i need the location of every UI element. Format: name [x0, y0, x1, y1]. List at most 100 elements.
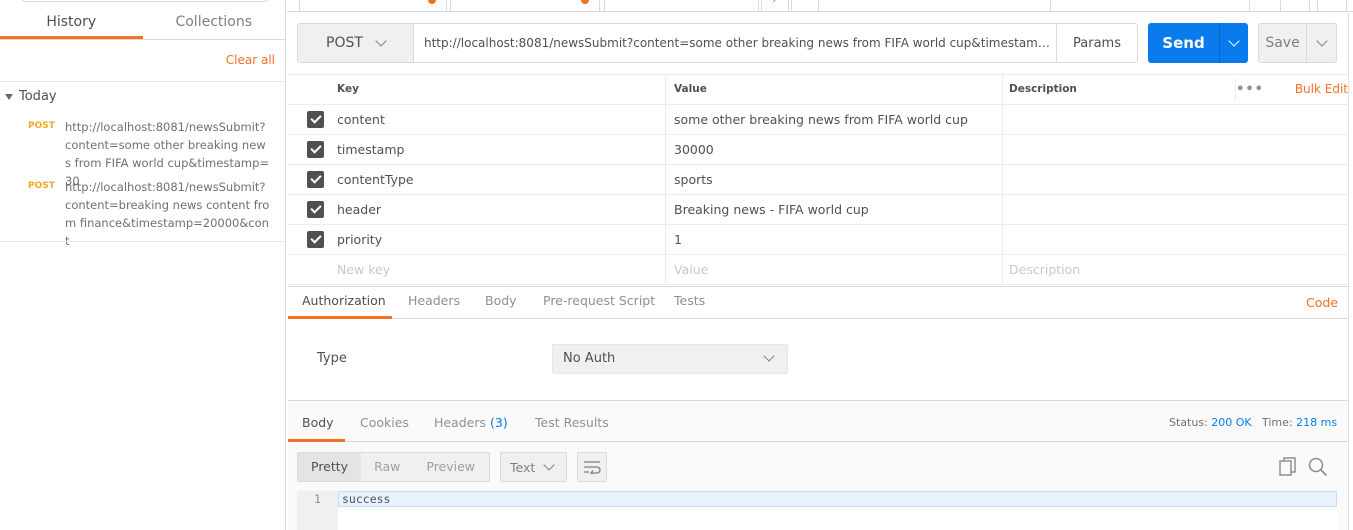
param-key-input[interactable]: content	[333, 105, 666, 134]
clear-all-link[interactable]: Clear all	[226, 53, 275, 67]
tab-history[interactable]: History	[0, 8, 143, 39]
param-checkbox[interactable]	[307, 141, 324, 158]
param-key-input[interactable]: priority	[333, 225, 666, 254]
tab-headers[interactable]: Headers	[408, 293, 460, 308]
environment-select[interactable]	[1050, 0, 1250, 12]
caret-down-icon	[5, 93, 13, 100]
time-label: Time:	[1262, 416, 1293, 429]
param-value-input[interactable]: Breaking news - FIFA world cup	[666, 195, 1003, 224]
history-item-url: http://localhost:8081/newsSubmit?content…	[65, 180, 270, 248]
params-button[interactable]: Params	[1056, 23, 1138, 63]
time-value[interactable]: 218 ms	[1296, 416, 1337, 429]
param-checkbox[interactable]	[307, 111, 324, 128]
divider	[0, 81, 285, 82]
params-header-row: Key Value Description ••• Bulk Edit	[288, 74, 1348, 105]
divider	[0, 241, 285, 242]
pretty-button[interactable]: Pretty	[298, 453, 362, 481]
param-description-input[interactable]	[1003, 195, 1348, 224]
param-key-input[interactable]: header	[333, 195, 666, 224]
param-description-input[interactable]	[1003, 225, 1348, 254]
status-value[interactable]: 200 OK	[1211, 416, 1251, 429]
tab-response-cookies[interactable]: Cookies	[360, 415, 409, 430]
preview-button[interactable]: Preview	[413, 453, 488, 481]
tab-collections[interactable]: Collections	[143, 8, 286, 39]
auth-type-value: No Auth	[563, 351, 616, 366]
request-subtabs: Authorization Headers Body Pre-request S…	[288, 286, 1348, 319]
tab-authorization[interactable]: Authorization	[302, 293, 386, 308]
response-body-line[interactable]: success	[338, 491, 1337, 507]
param-value-input[interactable]: sports	[666, 165, 1003, 194]
param-row: content some other breaking news from FI…	[288, 105, 1348, 135]
new-key-input[interactable]: New key	[333, 255, 666, 284]
param-checkbox[interactable]	[307, 201, 324, 218]
sidebar-filter-input[interactable]	[20, 0, 270, 2]
sidebar: History Collections Clear all Today POST…	[0, 0, 286, 530]
new-description-input[interactable]: Description	[1003, 255, 1348, 284]
chevron-down-icon	[1315, 35, 1328, 47]
manage-environments-button[interactable]	[1317, 0, 1347, 12]
save-dropdown-button[interactable]	[1306, 23, 1337, 63]
param-key-input[interactable]: timestamp	[333, 135, 666, 164]
request-tab[interactable]	[450, 0, 600, 12]
tab-response-body[interactable]: Body	[302, 415, 334, 430]
request-tab-strip: ›	[287, 0, 1353, 12]
unsaved-dot-icon	[581, 0, 589, 4]
history-item[interactable]: POST http://localhost:8081/newsSubmit?co…	[28, 178, 273, 250]
param-checkbox[interactable]	[307, 171, 324, 188]
request-tab[interactable]	[299, 0, 447, 12]
line-number: 1	[297, 491, 338, 530]
wrap-lines-button[interactable]	[577, 452, 607, 482]
param-description-input[interactable]	[1003, 165, 1348, 194]
history-group-today[interactable]: Today	[5, 89, 57, 104]
tab-test-results[interactable]: Test Results	[535, 415, 609, 430]
tab-scroll-right-icon[interactable]: ›	[761, 0, 789, 12]
auth-type-select[interactable]: No Auth	[552, 344, 788, 374]
response-format-group: Pretty Raw Preview	[297, 452, 490, 482]
raw-button[interactable]: Raw	[361, 453, 413, 481]
param-value-input[interactable]: some other breaking news from FIFA world…	[666, 105, 1003, 134]
method-select[interactable]: POST	[297, 23, 414, 63]
param-value-input[interactable]: 30000	[666, 135, 1003, 164]
param-description-input[interactable]	[1003, 105, 1348, 134]
url-input[interactable]: http://localhost:8081/newsSubmit?content…	[413, 23, 1057, 63]
new-value-input[interactable]: Value	[666, 255, 1003, 284]
copy-icon[interactable]	[1279, 457, 1299, 477]
param-checkbox[interactable]	[307, 231, 324, 248]
response-panel: Body Cookies Headers (3) Test Results St…	[288, 400, 1348, 530]
param-row: priority 1	[288, 225, 1348, 255]
tab-pre-request-script[interactable]: Pre-request Script	[543, 293, 655, 308]
response-type-value: Text	[510, 459, 536, 475]
send-button[interactable]: Send	[1148, 23, 1219, 63]
param-key-input[interactable]: contentType	[333, 165, 666, 194]
param-row: timestamp 30000	[288, 135, 1348, 165]
request-tab[interactable]	[604, 0, 759, 12]
send-dropdown-button[interactable]	[1219, 23, 1248, 63]
active-tab-indicator	[288, 439, 345, 442]
method-label: POST	[326, 35, 363, 51]
response-status: Status: 200 OK	[1169, 416, 1252, 429]
response-body-editor[interactable]: 1 success	[297, 491, 1337, 530]
status-label: Status:	[1169, 416, 1208, 429]
search-icon[interactable]	[1308, 457, 1328, 477]
param-row: contentType sports	[288, 165, 1348, 195]
new-tab-button[interactable]	[791, 0, 819, 12]
bulk-edit-link[interactable]: Bulk Edit	[1295, 75, 1348, 104]
checkbox-column-header	[288, 75, 333, 104]
tab-response-headers[interactable]: Headers (3)	[434, 415, 508, 430]
param-value-input[interactable]: 1	[666, 225, 1003, 254]
response-type-select[interactable]: Text	[500, 452, 567, 482]
response-headers-label: Headers	[434, 415, 487, 430]
environment-quick-look-button[interactable]	[1280, 0, 1310, 12]
scrollbar[interactable]	[1348, 13, 1353, 530]
chevron-down-icon	[543, 459, 555, 471]
checkbox-placeholder	[288, 255, 333, 284]
response-time: Time: 218 ms	[1262, 416, 1337, 429]
param-description-input[interactable]	[1003, 135, 1348, 164]
tab-body[interactable]: Body	[485, 293, 517, 308]
save-button[interactable]: Save	[1258, 23, 1307, 63]
more-options-icon[interactable]: •••	[1236, 75, 1264, 104]
chevron-down-icon	[375, 35, 387, 47]
tab-tests[interactable]: Tests	[674, 293, 705, 308]
code-link[interactable]: Code	[1306, 295, 1338, 310]
value-column-header: Value	[666, 75, 1003, 104]
